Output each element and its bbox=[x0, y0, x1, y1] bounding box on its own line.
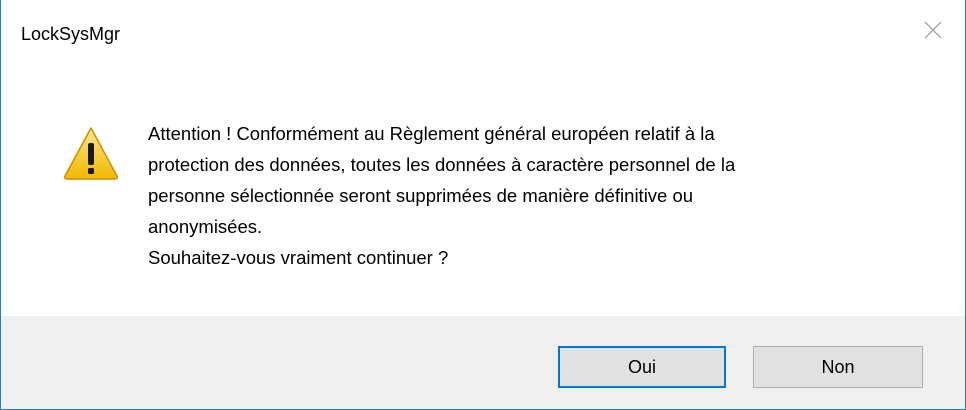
yes-button[interactable]: Oui bbox=[558, 346, 726, 388]
no-button-label: Non bbox=[821, 356, 855, 377]
yes-button-label: Oui bbox=[627, 356, 656, 377]
close-icon bbox=[924, 21, 942, 39]
dialog-content: Attention ! Conformément au Règlement gé… bbox=[1, 60, 965, 316]
no-button[interactable]: Non bbox=[753, 346, 923, 388]
button-bar: Oui Non bbox=[1, 316, 965, 409]
close-button[interactable] bbox=[901, 0, 965, 60]
warning-icon bbox=[64, 127, 118, 180]
message-dialog: LockSysMgr Attention ! Conformément au R… bbox=[0, 0, 966, 410]
title-bar: LockSysMgr bbox=[1, 0, 965, 60]
dialog-title: LockSysMgr bbox=[21, 24, 121, 44]
dialog-message: Attention ! Conformément au Règlement gé… bbox=[148, 123, 736, 268]
